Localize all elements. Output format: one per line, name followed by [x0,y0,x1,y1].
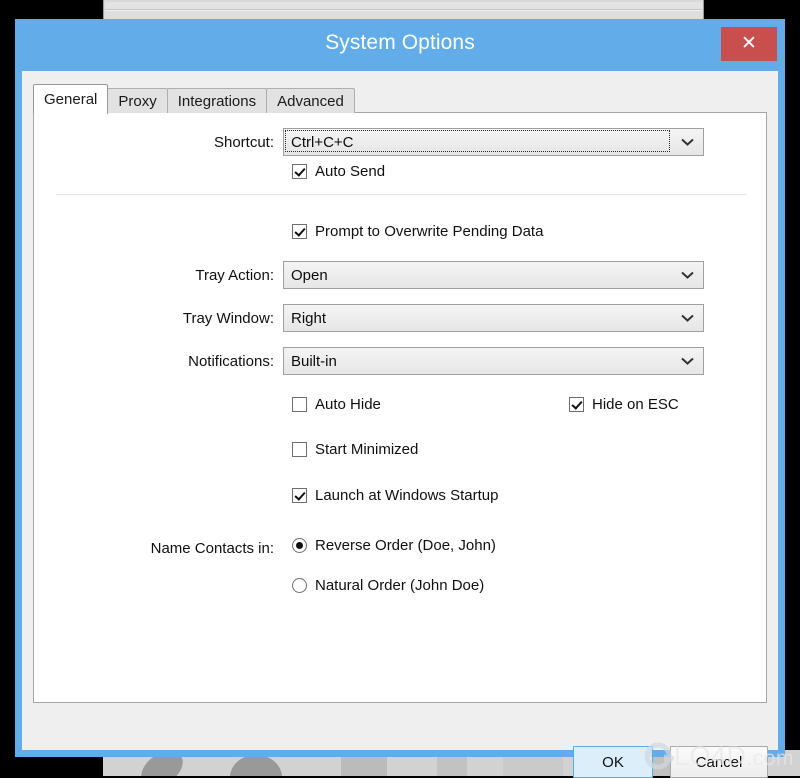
ok-button[interactable]: OK [573,746,653,778]
tab-proxy[interactable]: Proxy [107,88,168,113]
start-minimized-checkbox[interactable]: Start Minimized [292,441,418,458]
launch-at-startup-checkbox[interactable]: Launch at Windows Startup [292,487,498,504]
hide-on-esc-label: Hide on ESC [592,396,679,413]
general-tab-panel: Shortcut: Ctrl+C+C Auto Send Prompt to O… [33,112,767,703]
checkbox-box [292,442,307,457]
tab-general[interactable]: General [33,84,109,114]
checkbox-box [292,488,307,503]
prompt-overwrite-checkbox[interactable]: Prompt to Overwrite Pending Data [292,223,543,240]
radio-circle [292,538,307,553]
tab-bar: General Proxy Integrations Advanced [33,84,355,114]
name-contacts-label: Name Contacts in: [150,539,274,557]
shortcut-row: Shortcut: Ctrl+C+C [34,128,766,156]
shortcut-value: Ctrl+C+C [291,133,354,151]
notifications-row: Notifications: Built-in [34,347,766,375]
cancel-button[interactable]: Cancel [670,746,768,778]
notifications-label: Notifications: [188,352,274,370]
background-shape [230,755,282,776]
section-divider [56,194,746,195]
tab-integrations[interactable]: Integrations [166,88,268,113]
tray-action-label: Tray Action: [195,266,274,284]
dialog-title: System Options [325,31,475,54]
radio-natural-order[interactable]: Natural Order (John Doe) [292,577,484,594]
checkbox-box [292,397,307,412]
notifications-select[interactable]: Built-in [283,347,704,375]
radio-reverse-order[interactable]: Reverse Order (Doe, John) [292,537,496,554]
auto-send-label: Auto Send [315,163,386,180]
tray-window-label: Tray Window: [182,309,274,327]
auto-hide-checkbox[interactable]: Auto Hide [292,396,381,413]
tray-window-value: Right [291,309,327,327]
radio-reverse-order-label: Reverse Order (Doe, John) [315,537,496,554]
tray-window-select[interactable]: Right [283,304,704,332]
start-minimized-label: Start Minimized [315,441,419,458]
hide-on-esc-checkbox[interactable]: Hide on ESC [569,396,679,413]
tray-window-row: Tray Window: Right [34,304,766,332]
tray-action-row: Tray Action: Open [34,261,766,289]
dialog-titlebar: System Options ✕ [15,19,785,71]
close-icon[interactable]: ✕ [721,27,777,61]
chevron-down-icon [681,138,694,146]
chevron-down-icon [681,271,694,279]
shortcut-input[interactable]: Ctrl+C+C [283,128,704,156]
checkbox-box [292,224,307,239]
shortcut-label: Shortcut: [213,133,274,151]
auto-send-checkbox[interactable]: Auto Send [292,163,385,180]
tray-action-value: Open [291,266,328,284]
checkbox-box [569,397,584,412]
system-options-dialog: System Options ✕ General Proxy Integrati… [15,19,785,778]
checkbox-box [292,164,307,179]
prompt-overwrite-label: Prompt to Overwrite Pending Data [315,223,544,240]
launch-at-startup-label: Launch at Windows Startup [315,487,499,504]
tray-action-select[interactable]: Open [283,261,704,289]
auto-hide-label: Auto Hide [315,396,381,413]
notifications-value: Built-in [291,352,337,370]
background-window-toolbar-upper [105,2,702,10]
radio-natural-order-label: Natural Order (John Doe) [315,577,485,594]
chevron-down-icon [681,357,694,365]
chevron-down-icon [681,314,694,322]
tab-advanced[interactable]: Advanced [266,88,355,113]
radio-circle [292,578,307,593]
dialog-body: General Proxy Integrations Advanced Shor… [22,71,778,778]
